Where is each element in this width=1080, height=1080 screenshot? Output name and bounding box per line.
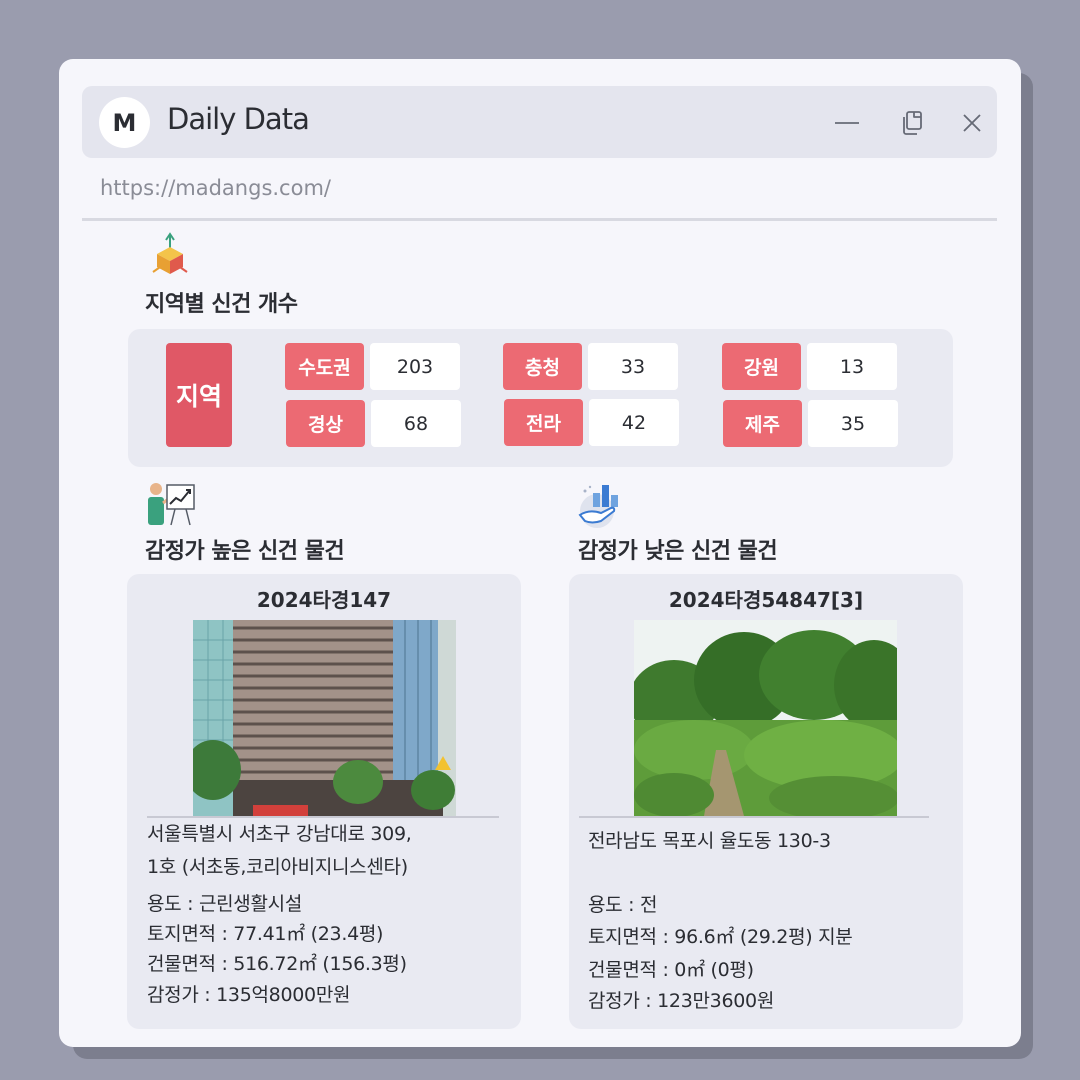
region-count: 68 <box>371 400 461 447</box>
property-land-area: 토지면적 : 77.41㎡ (23.4평) <box>147 923 384 945</box>
property-usage: 용도 : 근린생활시설 <box>147 893 303 915</box>
low-appraisal-card[interactable]: 2024타경54847[3] 전라남도 목포시 율도동 130-3 용도 : 전… <box>569 574 963 1029</box>
hand-bar-chart-icon <box>577 481 625 529</box>
close-icon[interactable] <box>957 108 987 138</box>
title-bar[interactable]: M Daily Data <box>82 86 997 158</box>
high-appraisal-card[interactable]: 2024타경147 서울특별시 서초구 강남대로 309, 1호 (서초동,코리… <box>127 574 521 1029</box>
property-land-area: 토지면적 : 96.6㎡ (29.2평) 지분 <box>588 926 853 948</box>
property-photo-building <box>193 620 456 816</box>
property-appraisal: 감정가 : 123만3600원 <box>588 990 774 1012</box>
url-text[interactable]: https://madangs.com/ <box>100 176 331 200</box>
region-section-title: 지역별 신건 개수 <box>145 292 298 317</box>
3d-axis-cube-icon <box>145 232 195 282</box>
case-number: 2024타경147 <box>256 588 392 612</box>
divider <box>579 816 929 818</box>
region-count: 203 <box>370 343 460 390</box>
region-count: 35 <box>808 400 898 447</box>
property-usage: 용도 : 전 <box>588 894 658 916</box>
region-name: 충청 <box>503 343 582 390</box>
region-name: 경상 <box>286 400 365 447</box>
app-window: M Daily Data https://madangs.com/ 지역별 신건… <box>59 59 1021 1047</box>
property-appraisal: 감정가 : 135억8000만원 <box>147 984 351 1006</box>
high-section-title: 감정가 높은 신건 물건 <box>145 539 345 564</box>
region-name: 강원 <box>722 343 801 390</box>
region-name: 제주 <box>723 400 802 447</box>
minimize-icon[interactable] <box>832 108 862 138</box>
case-number: 2024타경54847[3] <box>668 588 864 612</box>
region-count: 42 <box>589 399 679 446</box>
property-building-area: 건물면적 : 0㎡ (0평) <box>588 959 754 981</box>
app-logo: M <box>99 97 150 148</box>
property-address-line2: 1호 (서초동,코리아비지니스센타) <box>147 856 408 878</box>
property-building-area: 건물면적 : 516.72㎡ (156.3평) <box>147 953 407 975</box>
region-count: 33 <box>588 343 678 390</box>
copy-icon[interactable] <box>897 108 927 138</box>
app-title: Daily Data <box>167 102 310 136</box>
region-name: 전라 <box>504 399 583 446</box>
property-photo-field <box>634 620 897 816</box>
region-name: 수도권 <box>285 343 364 390</box>
region-count-panel: 지역 수도권 203 충청 33 강원 13 경상 68 전라 42 제주 35 <box>128 329 953 467</box>
presenter-chart-icon <box>145 479 197 529</box>
region-label: 지역 <box>166 343 232 447</box>
property-address-line1: 전라남도 목포시 율도동 130-3 <box>588 830 831 852</box>
low-section-title: 감정가 낮은 신건 물건 <box>578 539 778 564</box>
region-count: 13 <box>807 343 897 390</box>
divider <box>82 218 997 221</box>
property-address-line1: 서울특별시 서초구 강남대로 309, <box>147 823 412 845</box>
